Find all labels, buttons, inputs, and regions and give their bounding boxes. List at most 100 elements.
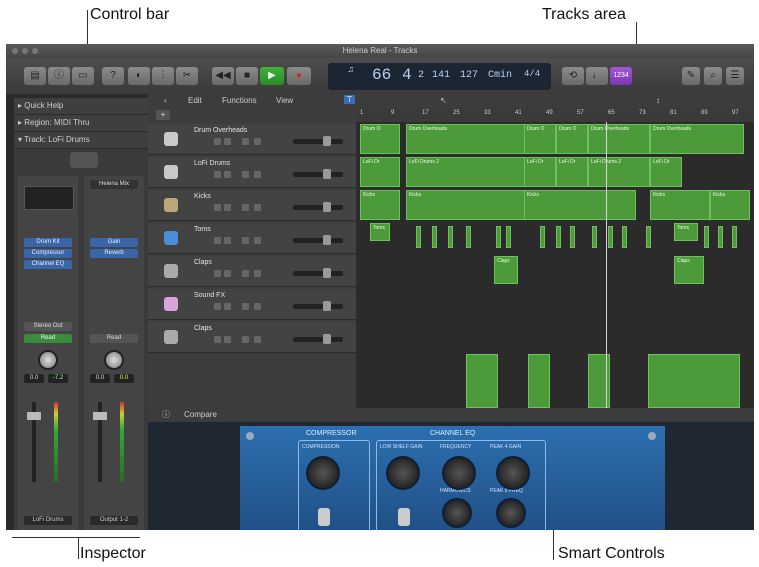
track-volume-slider[interactable] [293, 169, 343, 179]
region-lofi-drums[interactable]: LoFi Dr [650, 157, 682, 187]
track-lanes[interactable]: Drum O Drum Overheads Drum O Drum O Drum Ove… [356, 122, 754, 408]
rewind-button[interactable]: ◀◀ [212, 67, 234, 85]
region-claps[interactable]: Claps [674, 256, 704, 284]
play-button[interactable]: ▶ [260, 67, 284, 85]
volume-thumb[interactable] [323, 136, 331, 146]
mute-button[interactable] [214, 204, 221, 211]
region-claps[interactable]: Claps [494, 256, 518, 284]
region-pattern[interactable] [528, 354, 550, 408]
track-volume-slider[interactable] [293, 235, 343, 245]
input-monitor-button[interactable] [254, 204, 261, 211]
region-pattern[interactable] [466, 354, 498, 408]
region-toms[interactable]: Toms [370, 223, 390, 241]
peak-freq-knob[interactable] [496, 498, 526, 528]
view-menu[interactable]: View [276, 96, 293, 105]
automation-read-button[interactable]: Read [90, 334, 138, 343]
region-tom-hit[interactable] [646, 226, 651, 248]
smart-controls-button[interactable]: ◐ [128, 67, 150, 85]
region-kicks[interactable]: Kicks [710, 190, 750, 220]
pan-knob[interactable] [38, 350, 58, 370]
editors-button[interactable]: ✂ [176, 67, 198, 85]
region-toms[interactable]: Toms [674, 223, 698, 241]
region-drum-overheads[interactable]: Drum O [360, 124, 400, 154]
region-tom-hit[interactable] [496, 226, 501, 248]
track-header[interactable]: Drum Overheads [148, 124, 356, 155]
close-button[interactable] [12, 48, 18, 54]
input-monitor-button[interactable] [254, 270, 261, 277]
solo-button[interactable] [224, 303, 231, 310]
plugin-slot[interactable]: Channel EQ [24, 260, 72, 269]
mute-button[interactable] [214, 171, 221, 178]
record-enable-button[interactable] [242, 270, 249, 277]
record-enable-button[interactable] [242, 171, 249, 178]
automation-read-button[interactable]: Read [24, 334, 72, 343]
output-slot[interactable]: Stereo Out [24, 322, 72, 331]
region-tom-hit[interactable] [448, 226, 453, 248]
mute-button[interactable] [214, 336, 221, 343]
region-tom-hit[interactable] [718, 226, 723, 248]
volume-thumb[interactable] [323, 235, 331, 245]
region-tom-hit[interactable] [608, 226, 613, 248]
mute-button[interactable] [214, 303, 221, 310]
lcd-display[interactable]: ♫ 66 4 2 141 127 Cmin 4/4 [328, 63, 551, 90]
region-tom-hit[interactable] [416, 226, 421, 248]
region-tom-hit[interactable] [432, 226, 437, 248]
inspector-region[interactable]: ▸ Region: MIDI Thru [14, 115, 148, 132]
track-header[interactable]: Sound FX [148, 289, 356, 320]
region-tom-hit[interactable] [506, 226, 511, 248]
region-tom-hit[interactable] [466, 226, 471, 248]
region-drum-overheads[interactable]: Drum O [524, 124, 556, 154]
back-icon[interactable]: ‹ [164, 96, 167, 105]
peak-gain-knob[interactable] [496, 456, 530, 490]
region-drum-overheads[interactable]: Drum Overheads [406, 124, 526, 154]
solo-button[interactable] [224, 204, 231, 211]
loop-browser-button[interactable]: ⌕ [704, 67, 722, 85]
notepad-button[interactable]: ✎ [682, 67, 700, 85]
region-tom-hit[interactable] [570, 226, 575, 248]
region-pattern[interactable] [648, 354, 740, 408]
functions-menu[interactable]: Functions [222, 96, 257, 105]
cycle-button[interactable]: ⟲ [562, 67, 584, 85]
region-lofi-drums[interactable]: LoFi Dr [556, 157, 588, 187]
input-monitor-button[interactable] [254, 171, 261, 178]
region-tom-hit[interactable] [540, 226, 545, 248]
region-tom-hit[interactable] [704, 226, 709, 248]
region-kicks[interactable]: Kicks [406, 190, 526, 220]
compression-knob[interactable] [306, 456, 340, 490]
solo-button[interactable] [224, 270, 231, 277]
region-tom-hit[interactable] [556, 226, 561, 248]
pan-knob[interactable] [104, 350, 124, 370]
inspector-button[interactable]: ⓘ [48, 67, 70, 85]
record-enable-button[interactable] [242, 303, 249, 310]
toggle-switch[interactable] [318, 508, 330, 526]
plugin-slot[interactable]: Drum Kit [24, 238, 72, 247]
region-lofi-drums[interactable]: LoFi Drums 2 [588, 157, 650, 187]
volume-fader[interactable] [93, 412, 107, 420]
record-enable-button[interactable] [242, 204, 249, 211]
region-drum-overheads[interactable]: Drum Overheads [650, 124, 744, 154]
region-drum-overheads[interactable]: Drum Overheads [588, 124, 650, 154]
track-header[interactable]: Claps [148, 256, 356, 287]
mute-button[interactable] [214, 270, 221, 277]
region-tom-hit[interactable] [592, 226, 597, 248]
browser-button[interactable]: ☰ [726, 67, 744, 85]
track-header[interactable]: Toms [148, 223, 356, 254]
input-monitor-button[interactable] [254, 138, 261, 145]
volume-thumb[interactable] [323, 202, 331, 212]
frequency-knob[interactable] [442, 456, 476, 490]
catch-icon[interactable]: ⊤ [344, 95, 355, 104]
eq-thumbnail[interactable] [24, 186, 74, 210]
input-monitor-button[interactable] [254, 237, 261, 244]
pointer-tool-icon[interactable]: ↖ [440, 96, 447, 105]
info-icon[interactable]: ⓘ [162, 409, 170, 420]
region-kicks[interactable]: Kicks [650, 190, 710, 220]
track-volume-slider[interactable] [293, 301, 343, 311]
solo-button[interactable] [224, 171, 231, 178]
count-in-button[interactable]: 1234 [610, 67, 632, 85]
add-track-icon[interactable]: + [156, 110, 170, 120]
mute-button[interactable] [214, 237, 221, 244]
ruler[interactable]: 1 9 17 25 33 41 49 57 65 73 81 89 97 [356, 108, 754, 122]
volume-fader[interactable] [27, 412, 41, 420]
volume-thumb[interactable] [323, 268, 331, 278]
library-button[interactable]: ▤ [24, 67, 46, 85]
